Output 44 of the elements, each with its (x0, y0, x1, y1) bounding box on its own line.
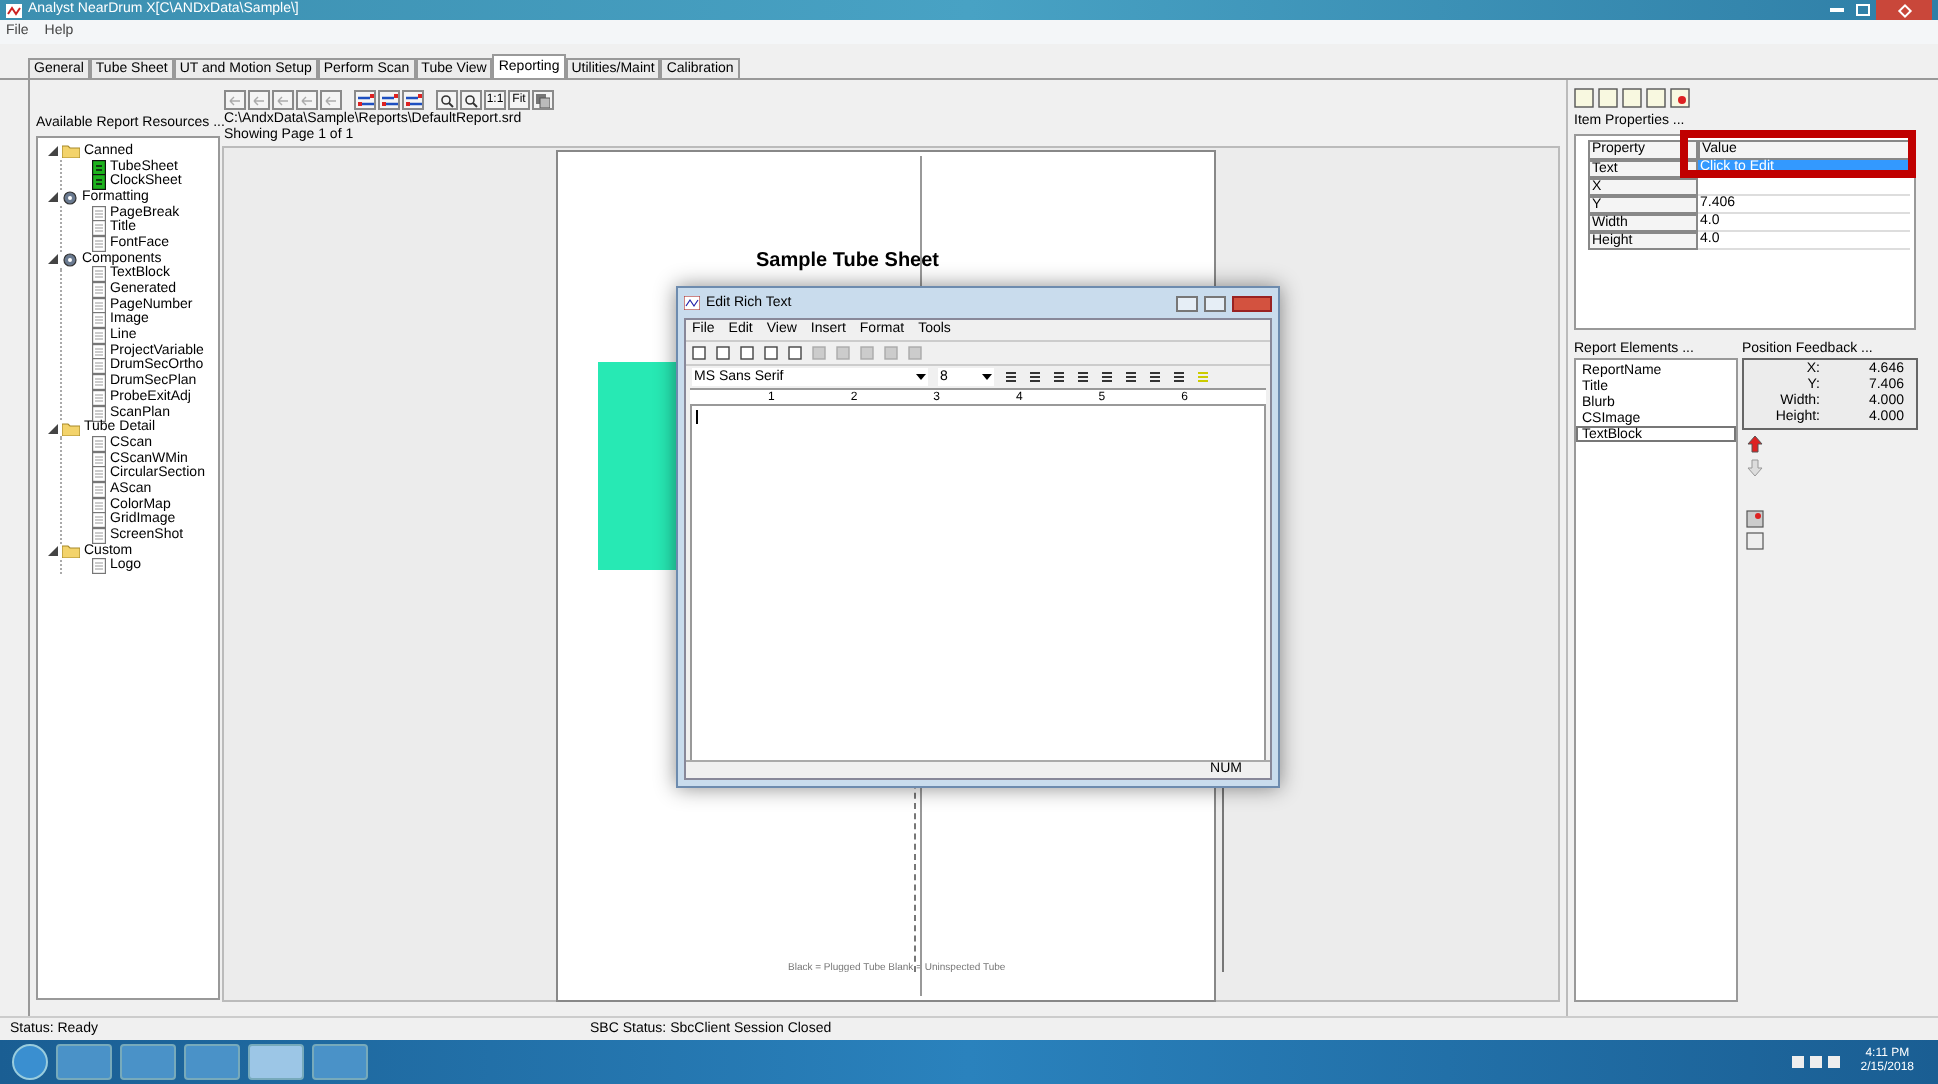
delete-icon[interactable] (1670, 88, 1690, 108)
page-arrow-icon (252, 95, 266, 105)
page-nav-button[interactable] (248, 90, 270, 110)
dropdown-arrow-icon (982, 374, 992, 380)
expander-icon[interactable] (48, 546, 58, 557)
page-title: Sample Tube Sheet (756, 250, 940, 274)
page-nav-button[interactable] (272, 90, 294, 110)
page-nav-button[interactable] (320, 90, 342, 110)
close-button[interactable] (1232, 295, 1272, 311)
layout-button[interactable] (354, 90, 376, 110)
dropdown-arrow-icon (916, 374, 926, 380)
page-arrow-icon (324, 95, 338, 105)
page-arrow-icon (300, 95, 314, 105)
layout-button[interactable] (402, 90, 424, 110)
minimize-button[interactable] (1176, 295, 1198, 311)
zoom-button[interactable] (436, 90, 458, 110)
arrows-icon (381, 93, 397, 107)
copy-button[interactable] (532, 90, 554, 110)
maximize-button[interactable] (1204, 295, 1226, 311)
layout-button[interactable] (378, 90, 400, 110)
start-button[interactable] (12, 1044, 48, 1080)
gear-icon (62, 251, 78, 268)
expander-icon[interactable] (48, 423, 58, 434)
arrows-icon (357, 93, 373, 107)
page-arrow-icon (228, 95, 242, 105)
pages-icon (536, 93, 550, 107)
expander-icon[interactable] (48, 146, 58, 157)
zoom-button[interactable] (460, 90, 482, 110)
align-right-icon[interactable] (1148, 370, 1162, 384)
up-arrow-icon[interactable] (1746, 434, 1764, 454)
expander-icon[interactable] (48, 192, 58, 203)
magnifier-icon (440, 93, 454, 107)
magnifier-icon (464, 93, 478, 107)
page-nav-button[interactable] (296, 90, 318, 110)
page-nav-button[interactable] (224, 90, 246, 110)
expander-icon[interactable] (48, 254, 58, 265)
app-icon (684, 296, 700, 310)
page-arrow-icon (276, 95, 290, 105)
align-center-icon[interactable] (1124, 370, 1138, 384)
close-button[interactable] (1876, 0, 1932, 20)
gear-icon (62, 189, 78, 206)
align-left-icon[interactable] (1100, 370, 1114, 384)
arrows-icon (405, 93, 421, 107)
bullet-list-icon[interactable] (1172, 370, 1186, 384)
